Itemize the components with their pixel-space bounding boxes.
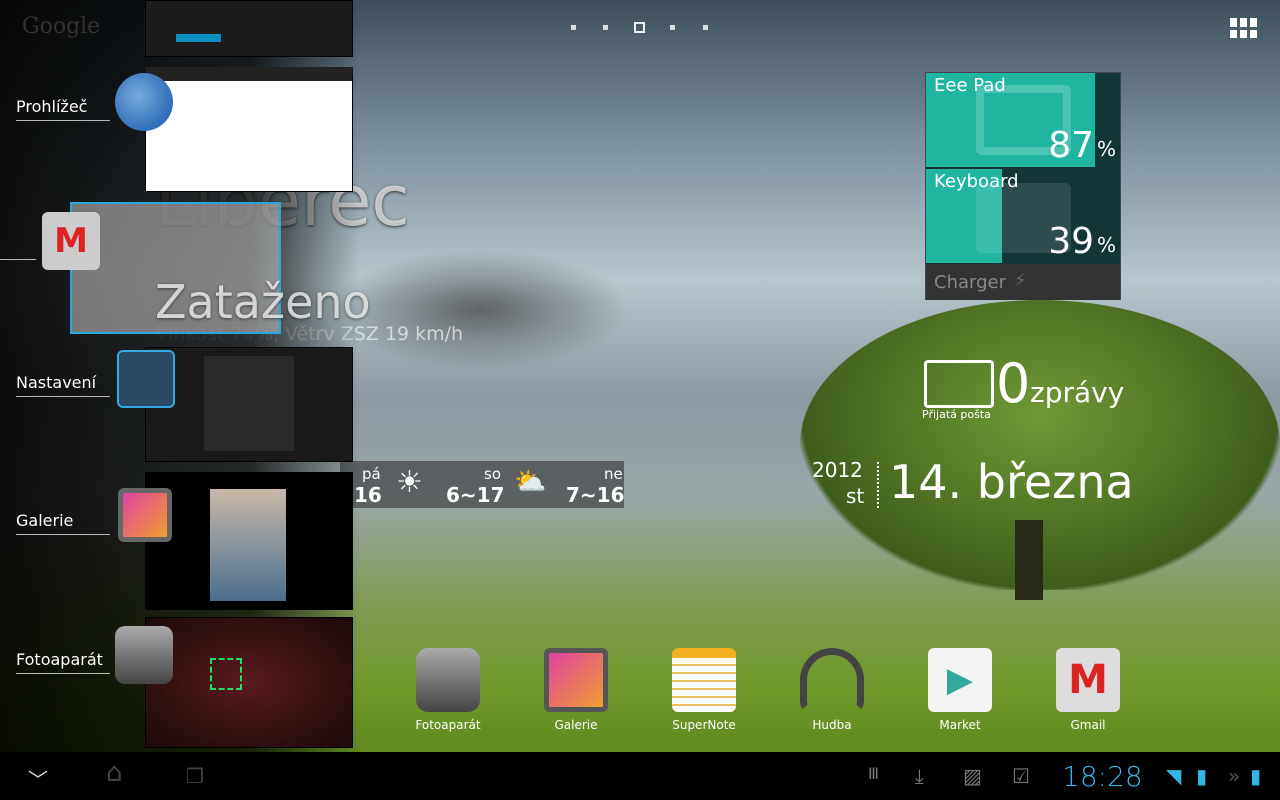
dock-label: Hudba bbox=[812, 718, 852, 732]
home-icon[interactable]: ⌂ bbox=[106, 758, 123, 788]
pad-label: Eee Pad bbox=[934, 75, 1006, 96]
battery-widget[interactable]: Eee Pad 87 % Keyboard 39 % Charger ⚡ bbox=[925, 72, 1121, 300]
gmail-icon: M bbox=[1056, 648, 1120, 712]
recent-thumbnail-settings[interactable] bbox=[145, 347, 353, 462]
forecast-temp: 6~17 bbox=[446, 483, 505, 507]
gallery-icon bbox=[118, 488, 172, 542]
back-chevron-icon[interactable]: ﹀ bbox=[28, 764, 48, 793]
recent-thumbnail-browser[interactable] bbox=[145, 67, 353, 192]
forecast-day: pá bbox=[362, 465, 381, 483]
keyboard-unit: % bbox=[1096, 233, 1116, 257]
forecast-day: ne bbox=[604, 465, 623, 483]
mail-label: Přijatá pošta bbox=[922, 408, 991, 421]
wifi-icon: ◥ bbox=[1166, 764, 1182, 788]
recent-label[interactable]: Nastavení bbox=[16, 373, 110, 397]
mail-count: 0 bbox=[996, 352, 1031, 415]
dock-gmail[interactable]: M Gmail bbox=[1038, 648, 1138, 732]
dock-label: Galerie bbox=[554, 718, 598, 732]
notepad-icon bbox=[672, 648, 736, 712]
keyboard-label: Keyboard bbox=[934, 171, 1019, 192]
browser-globe-icon bbox=[115, 73, 173, 131]
system-bar: ﹀ ⌂ ❐ Ⅲ ⤓ ▨ ☑ 18:28 ◥ ▮ » ▮ bbox=[0, 752, 1280, 800]
pad-unit: % bbox=[1096, 137, 1116, 161]
keyboard-battery-icon: ▮ bbox=[1196, 764, 1208, 788]
page-dot-current[interactable] bbox=[634, 22, 645, 33]
all-apps-icon[interactable] bbox=[1230, 18, 1258, 38]
date-divider bbox=[877, 462, 879, 508]
weather-forecast[interactable]: čt pá 16 ☀ so 6~17 ⛅ ne 7~16 bbox=[260, 461, 625, 508]
recent-thumbnail-gallery[interactable] bbox=[145, 472, 353, 610]
recent-label[interactable]: Fotoaparát bbox=[16, 650, 110, 674]
image-icon[interactable]: ▨ bbox=[963, 764, 982, 788]
mail-widget[interactable]: 0 zprávy Přijatá pošta bbox=[922, 352, 1132, 424]
wallpaper-cloud bbox=[330, 250, 630, 370]
partly-cloudy-icon: ⛅ bbox=[514, 467, 547, 497]
dock-music[interactable]: Hudba bbox=[782, 648, 882, 732]
recent-label[interactable]: Prohlížeč bbox=[16, 97, 110, 121]
dock-label: Fotoaparát bbox=[415, 718, 481, 732]
notification-icon[interactable]: Ⅲ bbox=[868, 764, 879, 783]
dock-label: Gmail bbox=[1070, 718, 1106, 732]
recent-apps-icon[interactable]: ❐ bbox=[186, 764, 204, 788]
gallery-icon bbox=[544, 648, 608, 712]
settings-sliders-icon bbox=[117, 350, 175, 408]
weather-condition: Zataženo bbox=[155, 275, 371, 329]
sun-icon: ☀ bbox=[396, 465, 423, 500]
page-dot[interactable] bbox=[571, 25, 576, 30]
clock[interactable]: 18:28 bbox=[1062, 760, 1143, 793]
keyboard-value: 39 bbox=[1048, 221, 1094, 262]
envelope-icon bbox=[924, 360, 994, 408]
dock-camera[interactable]: Fotoaparát bbox=[398, 648, 498, 732]
recent-label-line bbox=[0, 259, 36, 260]
download-icon[interactable]: ⤓ bbox=[915, 764, 924, 788]
date-day[interactable]: 14. března bbox=[889, 455, 1134, 509]
dock-supernote[interactable]: SuperNote bbox=[654, 648, 754, 732]
page-dot[interactable] bbox=[703, 25, 708, 30]
page-dot[interactable] bbox=[670, 25, 675, 30]
google-search[interactable]: Google bbox=[22, 14, 100, 39]
recent-thumbnail-camera[interactable] bbox=[145, 617, 353, 748]
battery-icon: ▮ bbox=[1250, 764, 1262, 788]
page-dot[interactable] bbox=[603, 25, 608, 30]
wallpaper-trunk bbox=[1015, 520, 1043, 600]
charging-icon: ⚡ bbox=[1014, 270, 1027, 291]
recent-apps-panel: Google Prohlížeč M Nastavení Galerie Fot… bbox=[0, 0, 360, 752]
gmail-icon: M bbox=[42, 212, 100, 270]
play-store-icon: ▶ bbox=[928, 648, 992, 712]
charger-row: Charger ⚡ bbox=[926, 264, 1120, 300]
dock-label: SuperNote bbox=[672, 718, 736, 732]
recent-label[interactable]: Galerie bbox=[16, 511, 110, 535]
chevron-icon: » bbox=[1228, 764, 1241, 788]
camera-icon bbox=[416, 648, 480, 712]
market-update-icon[interactable]: ☑ bbox=[1012, 764, 1030, 788]
recent-thumbnail-settings-previous[interactable] bbox=[145, 0, 353, 57]
mail-unit: zprávy bbox=[1030, 376, 1125, 409]
dock-label: Market bbox=[939, 718, 981, 732]
date-weekday: st bbox=[846, 484, 865, 508]
dock-gallery[interactable]: Galerie bbox=[526, 648, 626, 732]
forecast-temp: 7~16 bbox=[566, 483, 625, 507]
pad-value: 87 bbox=[1048, 125, 1094, 166]
date-year: 2012 bbox=[812, 458, 863, 482]
headphones-icon bbox=[800, 648, 864, 712]
dock-market[interactable]: ▶ Market bbox=[910, 648, 1010, 732]
forecast-day: so bbox=[484, 465, 501, 483]
charger-label: Charger bbox=[934, 272, 1006, 293]
camera-icon bbox=[115, 626, 173, 684]
